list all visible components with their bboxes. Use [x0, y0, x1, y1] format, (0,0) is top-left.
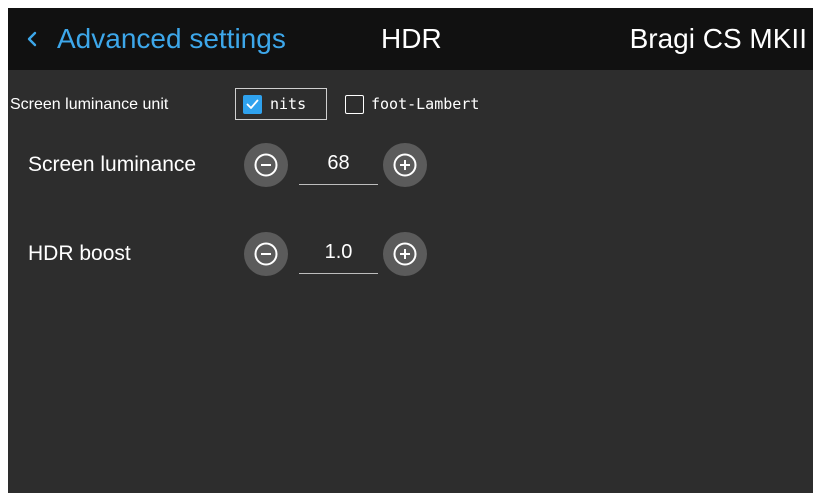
header-bar: Advanced settings HDR Bragi CS MKII [8, 8, 813, 70]
screen-luminance-increase-button[interactable] [383, 143, 427, 187]
unit-option-nits[interactable]: nits [235, 88, 327, 120]
minus-circle-icon [254, 242, 278, 266]
luminance-unit-label: Screen luminance unit [10, 96, 169, 113]
nits-label: nits [270, 95, 307, 113]
nits-checkbox[interactable] [243, 94, 262, 114]
screen-luminance-label: Screen luminance [28, 153, 197, 176]
foot-lambert-checkbox[interactable] [345, 94, 364, 114]
hdr-screen: Advanced settings HDR Bragi CS MKII Scre… [8, 8, 813, 493]
luminance-unit-row: Screen luminance unit nits foot-Lambert [8, 86, 813, 124]
hdr-boost-label: HDR boost [28, 242, 131, 265]
screen-luminance-row: Screen luminance 68 [8, 143, 813, 187]
plus-circle-icon [393, 153, 417, 177]
screen-luminance-value[interactable]: 68 [299, 149, 378, 185]
page-title: HDR [381, 23, 442, 54]
chevron-left-icon [26, 30, 38, 48]
foot-lambert-label: foot-Lambert [371, 95, 480, 113]
hdr-boost-increase-button[interactable] [383, 232, 427, 276]
checkmark-icon [246, 99, 259, 109]
back-button[interactable]: Advanced settings [26, 22, 286, 56]
hdr-boost-decrease-button[interactable] [244, 232, 288, 276]
plus-circle-icon [393, 242, 417, 266]
unit-option-foot-lambert[interactable]: foot-Lambert [345, 88, 479, 120]
device-name: Bragi CS MKII [629, 23, 807, 54]
back-button-label: Advanced settings [57, 23, 286, 54]
screen-luminance-decrease-button[interactable] [244, 143, 288, 187]
hdr-boost-value[interactable]: 1.0 [299, 238, 378, 274]
hdr-boost-row: HDR boost 1.0 [8, 232, 813, 276]
minus-circle-icon [254, 153, 278, 177]
